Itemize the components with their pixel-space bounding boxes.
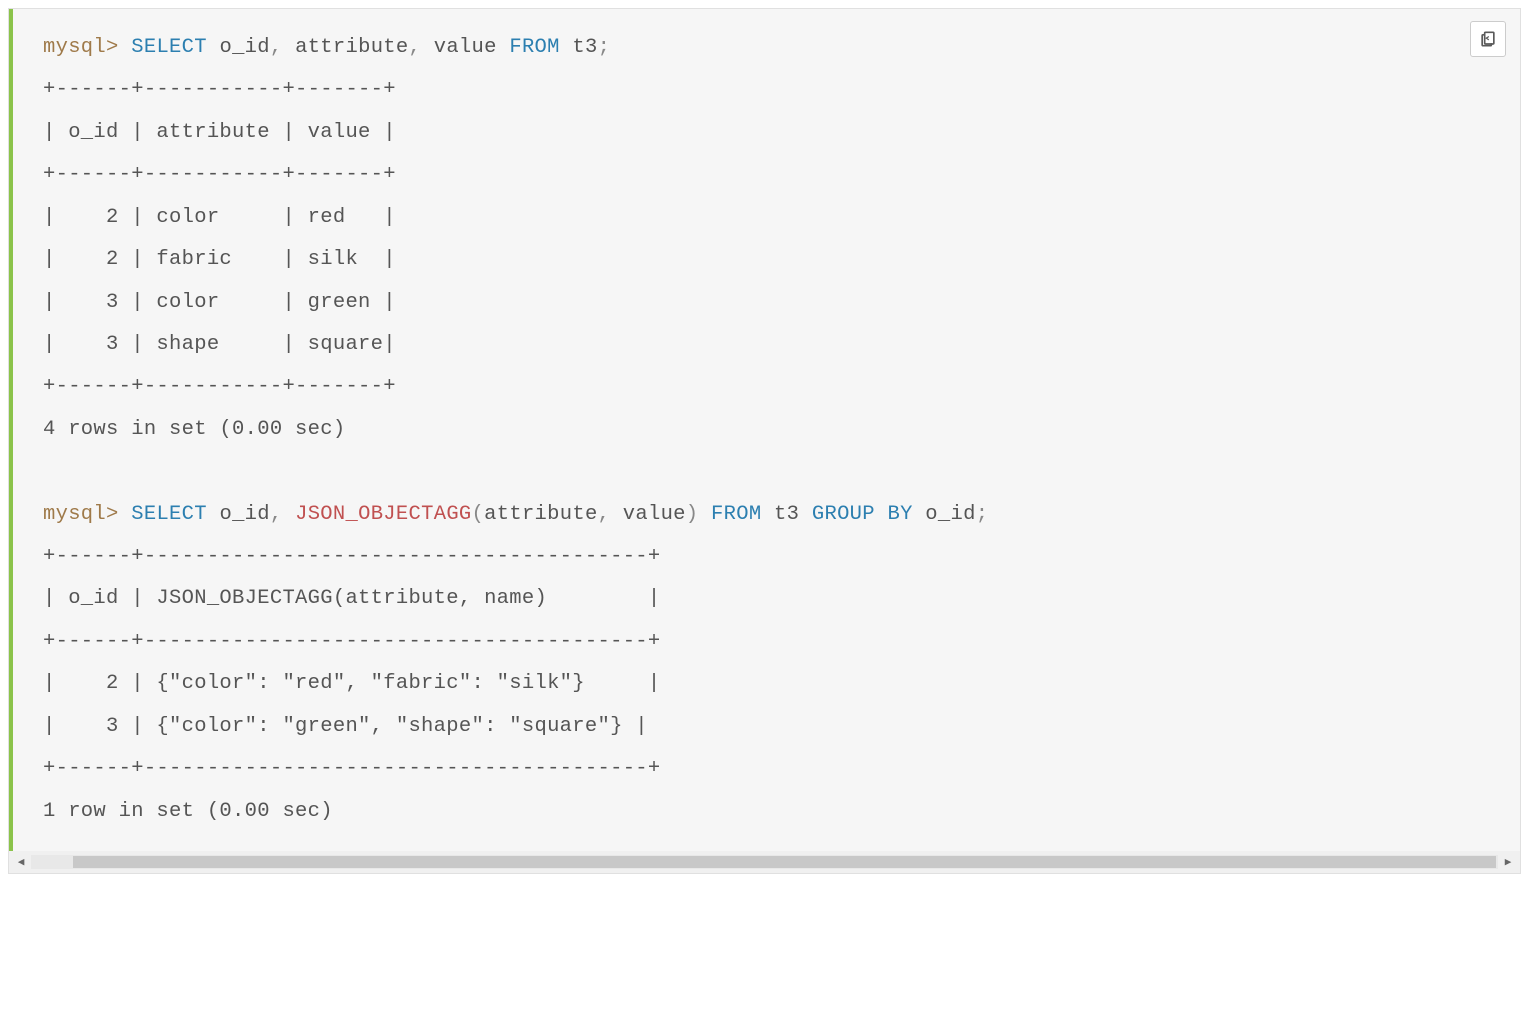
scroll-thumb[interactable] [73,856,1496,868]
identifier: o_id [913,503,976,526]
scroll-right-arrow[interactable]: ▶ [1500,854,1516,870]
keyword-select: SELECT [131,36,207,59]
code-border: mysql> SELECT o_id, attribute, value FRO… [9,9,1520,851]
paren: ( [472,503,485,526]
comma: , [409,36,422,59]
function-name: JSON_OBJECTAGG [295,503,471,526]
code-block: mysql> SELECT o_id, attribute, value FRO… [8,8,1521,874]
mysql-prompt: mysql> [43,503,119,526]
table-separator: +------+-----------+-------+ [43,78,396,101]
horizontal-scrollbar[interactable]: ◀ ▶ [9,851,1520,873]
space [698,503,711,526]
identifier: t3 [560,36,598,59]
semicolon: ; [976,503,989,526]
paren: ) [686,503,699,526]
table-header: | o_id | attribute | value | [43,121,396,144]
space [875,503,888,526]
space [282,503,295,526]
table-row: | 3 | shape | square| [43,333,396,356]
keyword-by: BY [887,503,912,526]
table-row: | 3 | color | green | [43,291,396,314]
table-separator: +------+-----------+-------+ [43,163,396,186]
result-footer: 1 row in set (0.00 sec) [43,800,333,823]
mysql-prompt: mysql> [43,36,119,59]
result-footer: 4 rows in set (0.00 sec) [43,418,345,441]
identifier: t3 [761,503,811,526]
semicolon: ; [598,36,611,59]
identifier: o_id [207,503,270,526]
code-content[interactable]: mysql> SELECT o_id, attribute, value FRO… [13,9,1520,851]
keyword-from: FROM [509,36,559,59]
table-row: | 3 | {"color": "green", "shape": "squar… [43,715,648,738]
keyword-from: FROM [711,503,761,526]
table-separator: +------+-----------+-------+ [43,375,396,398]
copy-icon [1478,29,1498,49]
table-separator: +------+--------------------------------… [43,757,661,780]
table-row: | 2 | color | red | [43,206,396,229]
table-row: | 2 | fabric | silk | [43,248,396,271]
table-header: | o_id | JSON_OBJECTAGG(attribute, name)… [43,587,661,610]
scroll-track[interactable] [31,855,1498,869]
table-separator: +------+--------------------------------… [43,630,661,653]
copy-button[interactable] [1470,21,1506,57]
identifier: attribute [484,503,597,526]
comma: , [270,36,283,59]
scroll-left-arrow[interactable]: ◀ [13,854,29,870]
table-row: | 2 | {"color": "red", "fabric": "silk"}… [43,672,661,695]
identifier: attribute [282,36,408,59]
comma: , [598,503,611,526]
keyword-group: GROUP [812,503,875,526]
table-separator: +------+--------------------------------… [43,545,661,568]
identifier: o_id [207,36,270,59]
identifier: value [421,36,509,59]
keyword-select: SELECT [131,503,207,526]
identifier: value [610,503,686,526]
comma: , [270,503,283,526]
